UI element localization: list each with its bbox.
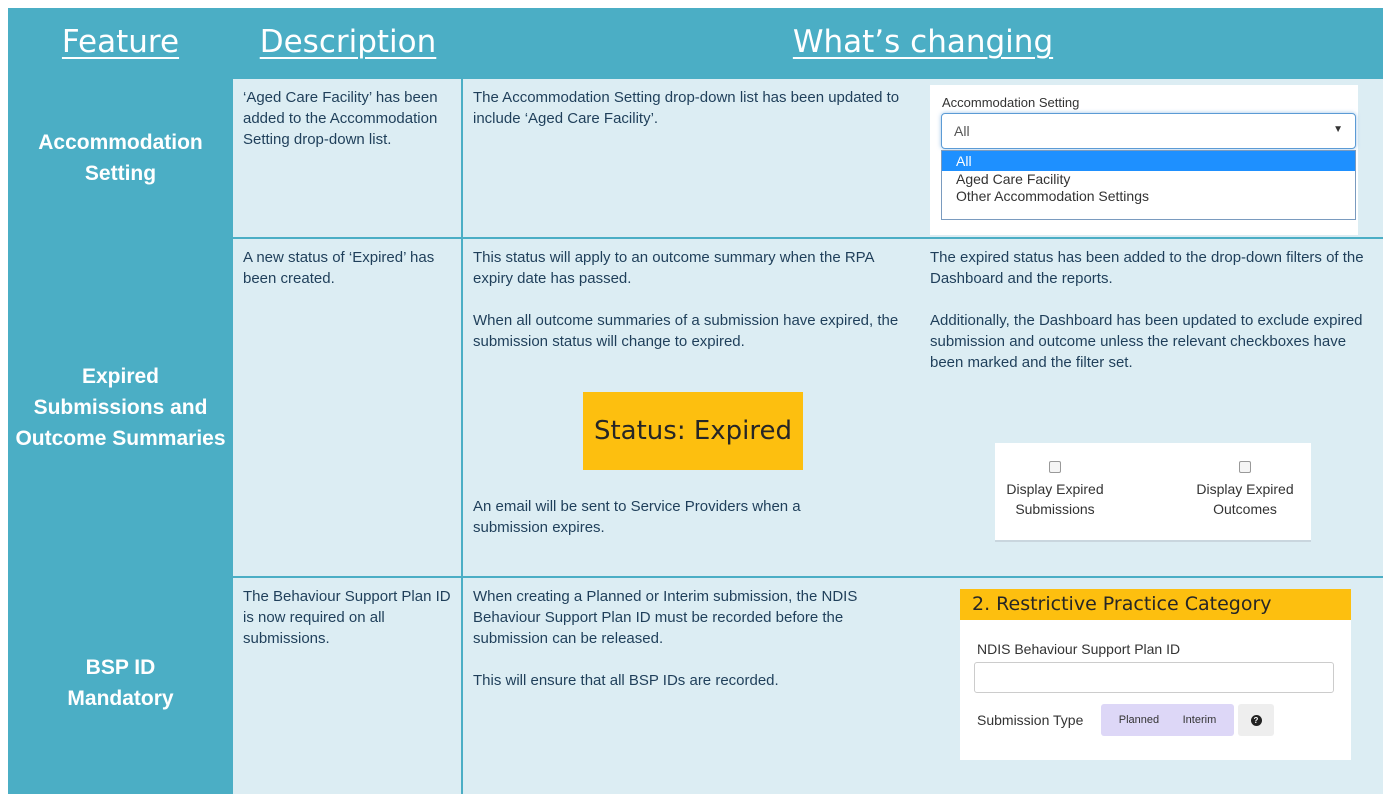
expired-submissions-label-1: Display Expired <box>1006 481 1104 497</box>
restrictive-practice-widget: 2. Restrictive Practice Category NDIS Be… <box>960 589 1351 760</box>
row3-description-text: The Behaviour Support Plan ID is now req… <box>243 588 451 647</box>
row2-extra-p2: Additionally, the Dashboard has been upd… <box>930 312 1363 371</box>
row2-description-text: A new status of ‘Expired’ has been creat… <box>243 249 435 287</box>
option-aged-care-facility[interactable]: Aged Care Facility <box>942 171 1355 188</box>
row2-description: A new status of ‘Expired’ has been creat… <box>233 239 461 576</box>
expired-outcomes-label-1: Display Expired <box>1196 481 1294 497</box>
row2-extra: The expired status has been added to the… <box>920 239 1380 439</box>
question-icon: ? <box>1250 714 1262 726</box>
accommodation-setting-selected: All <box>954 123 970 139</box>
display-expired-outcomes: Display Expired Outcomes <box>1185 457 1305 519</box>
restrictive-practice-heading: 2. Restrictive Practice Category <box>960 589 1351 620</box>
help-button[interactable]: ? <box>1238 704 1274 736</box>
header-whats-changing: What’s changing <box>792 24 1054 60</box>
bsp-id-input[interactable] <box>974 662 1334 693</box>
submission-type-planned[interactable]: Planned <box>1119 714 1159 726</box>
header-description: Description <box>259 24 437 60</box>
chevron-down-icon: ▼ <box>1333 124 1343 135</box>
option-all[interactable]: All <box>942 151 1355 171</box>
header-feature: Feature <box>61 24 180 60</box>
accommodation-setting-options: All Aged Care Facility Other Accommodati… <box>941 150 1356 220</box>
row2-changing-p1: This status will apply to an outcome sum… <box>473 249 874 287</box>
feature-expired-submissions: Expired Submissions and Outcome Summarie… <box>15 365 226 450</box>
row2-extra-p1: The expired status has been added to the… <box>930 249 1364 287</box>
row2-changing-p3: An email will be sent to Service Provide… <box>473 498 801 536</box>
submission-type-toggle: Planned Interim <box>1101 704 1234 736</box>
feature-bsp-id-mandatory: BSP ID Mandatory <box>67 656 174 710</box>
expired-filters-widget: Display Expired Submissions Display Expi… <box>995 443 1311 542</box>
row1-changing-text: The Accommodation Setting drop-down list… <box>473 89 900 127</box>
expired-outcomes-label-2: Outcomes <box>1213 501 1277 517</box>
status-expired-badge: Status: Expired <box>583 392 803 470</box>
expired-submissions-checkbox[interactable] <box>1049 461 1061 473</box>
bsp-id-label: NDIS Behaviour Support Plan ID <box>977 641 1181 657</box>
submission-type-label: Submission Type <box>977 712 1084 728</box>
accommodation-setting-select[interactable]: All ▼ <box>941 113 1356 149</box>
option-other-accommodation[interactable]: Other Accommodation Settings <box>942 188 1355 205</box>
feature-accommodation-setting: Accommodation Setting <box>38 131 203 185</box>
submission-type-interim[interactable]: Interim <box>1183 714 1217 726</box>
row3-changing-p1: When creating a Planned or Interim submi… <box>473 588 858 647</box>
row1-description-text: ‘Aged Care Facility’ has been added to t… <box>243 89 438 148</box>
row2-changing-p3-wrap: An email will be sent to Service Provide… <box>463 488 883 548</box>
row3-changing-p2: This will ensure that all BSP IDs are re… <box>473 672 779 689</box>
expired-outcomes-checkbox[interactable] <box>1239 461 1251 473</box>
expired-submissions-label-2: Submissions <box>1015 501 1095 517</box>
row1-description: ‘Aged Care Facility’ has been added to t… <box>233 79 461 237</box>
row3-description: The Behaviour Support Plan ID is now req… <box>233 578 461 794</box>
row2-changing-p2: When all outcome summaries of a submissi… <box>473 312 899 350</box>
accommodation-setting-label: Accommodation Setting <box>942 95 1080 110</box>
display-expired-submissions: Display Expired Submissions <box>995 457 1115 519</box>
